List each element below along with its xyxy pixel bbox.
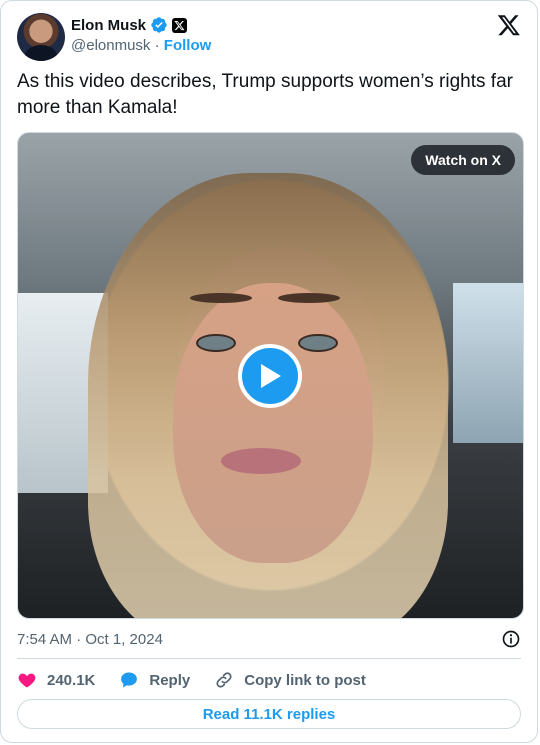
video-player[interactable]: Watch on X — [17, 132, 524, 619]
link-icon — [216, 672, 232, 688]
reply-label: Reply — [149, 671, 191, 689]
video-subject-brow — [190, 293, 252, 303]
video-background-window — [453, 283, 523, 443]
action-bar: 240.1K Reply Copy link to post — [17, 668, 521, 692]
like-button[interactable]: 240.1K — [17, 670, 95, 690]
video-subject-eye — [298, 334, 338, 352]
copy-link-label: Copy link to post — [244, 671, 366, 689]
copy-link-button[interactable]: Copy link to post — [214, 670, 366, 690]
timestamp-row: 7:54 AM · Oct 1, 2024 — [17, 629, 521, 649]
tweet-text: As this video describes, Trump supports … — [17, 71, 513, 118]
author-handle[interactable]: @elonmusk — [71, 37, 150, 54]
affiliate-x-badge-icon — [172, 17, 188, 33]
reply-bubble-icon — [121, 672, 138, 688]
author-info: Elon Musk @elonmusk · Follow — [71, 15, 211, 57]
video-subject-brow — [278, 293, 340, 303]
x-logo-icon[interactable] — [497, 13, 521, 37]
avatar[interactable] — [17, 13, 65, 61]
timestamp[interactable]: 7:54 AM · Oct 1, 2024 — [17, 631, 163, 648]
tweet-card: Elon Musk @elonmusk · Follow As this vid… — [0, 0, 538, 743]
watch-on-x-button[interactable]: Watch on X — [411, 145, 515, 175]
info-icon[interactable] — [501, 629, 521, 649]
separator-dot: · — [154, 37, 164, 54]
like-count: 240.1K — [47, 671, 96, 689]
divider — [17, 658, 521, 659]
verified-badge-icon — [151, 17, 167, 33]
handle-row: @elonmusk · Follow — [71, 37, 211, 57]
reply-button[interactable]: Reply — [119, 670, 190, 690]
play-icon — [261, 364, 281, 388]
author-name-row: Elon Musk — [71, 15, 211, 35]
author-name[interactable]: Elon Musk — [71, 17, 146, 34]
read-replies-button[interactable]: Read 11.1K replies — [17, 699, 521, 729]
follow-link[interactable]: Follow — [164, 37, 212, 54]
play-button[interactable] — [238, 344, 302, 408]
tweet-header: Elon Musk @elonmusk · Follow — [17, 13, 521, 61]
video-subject-face — [173, 283, 373, 563]
heart-icon — [18, 673, 36, 688]
video-subject-eye — [196, 334, 236, 352]
video-subject-lips — [221, 448, 301, 474]
